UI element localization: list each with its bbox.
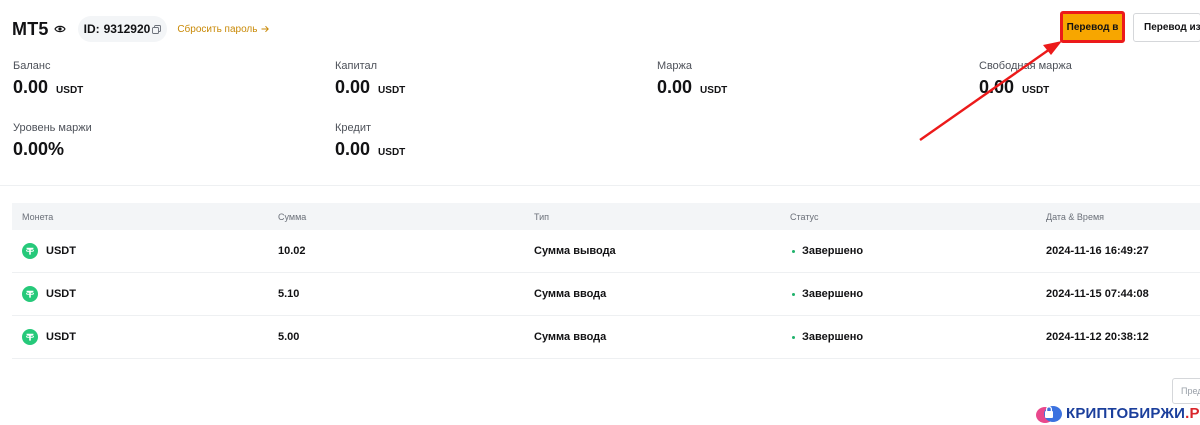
stat-balance: Баланс 0.00 USDT [13, 60, 83, 98]
watermark-text: КРИПТОБИРЖИ [1066, 404, 1186, 422]
stat-label: Баланс [13, 60, 51, 72]
stat-credit: Кредит 0.00 USDT [335, 122, 405, 160]
stat-value: 0.00 [335, 77, 371, 97]
stat-value: 0.00 [657, 77, 693, 97]
table-row: USDT 5.00 Сумма ввода Завершено 2024-11-… [12, 316, 1200, 359]
status-cell: Завершено [802, 331, 864, 343]
amount-cell: 10.02 [278, 245, 306, 257]
stat-label: Кредит [335, 122, 372, 134]
table-row: USDT 10.02 Сумма вывода Завершено 2024-1… [12, 230, 1200, 273]
table-row: USDT 5.10 Сумма ввода Завершено 2024-11-… [12, 273, 1200, 316]
type-cell: Сумма ввода [534, 331, 607, 343]
stat-unit: USDT [378, 147, 406, 158]
type-cell: Сумма вывода [534, 245, 616, 257]
stat-value: 0.00 [979, 77, 1015, 97]
status-dot-icon [792, 292, 795, 296]
column-header-datetime: Дата & Время [1046, 211, 1105, 222]
stat-margin-level: Уровень маржи 0.00% [13, 122, 92, 160]
page-title: MT5 [12, 18, 49, 39]
coin-name: USDT [46, 288, 76, 300]
watermark-suffix: .РФ [1185, 404, 1200, 422]
coin-name: USDT [46, 245, 76, 257]
lock-cloud-icon [1034, 402, 1064, 424]
stat-unit: USDT [56, 85, 84, 96]
stat-equity: Капитал 0.00 USDT [335, 60, 405, 98]
section-divider [0, 185, 1200, 186]
table-header: Монета Сумма Тип Статус Дата & Время [12, 203, 1200, 230]
stat-label: Свободная маржа [979, 60, 1072, 72]
datetime-cell: 2024-11-12 20:38:12 [1046, 331, 1149, 343]
column-header-type: Тип [534, 211, 550, 222]
stat-free-margin: Свободная маржа 0.00 USDT [979, 60, 1072, 98]
column-header-amount: Сумма [278, 211, 307, 222]
amount-cell: 5.10 [278, 288, 300, 300]
reset-password-link[interactable]: Сбросить пароль [177, 23, 270, 35]
tether-icon [22, 286, 38, 302]
transfer-history-table: Монета Сумма Тип Статус Дата & Время USD… [12, 203, 1200, 359]
copy-icon[interactable] [152, 24, 162, 34]
account-id-value: 9312920 [103, 22, 151, 36]
status-cell: Завершено [802, 288, 864, 300]
arrow-right-icon [261, 25, 270, 33]
status-cell: Завершено [802, 245, 864, 257]
status-dot-icon [792, 335, 795, 339]
stat-unit: USDT [700, 85, 728, 96]
column-header-status: Статус [790, 211, 819, 222]
stat-label: Маржа [657, 60, 692, 72]
tether-icon [22, 329, 38, 345]
datetime-cell: 2024-11-16 16:49:27 [1046, 245, 1149, 257]
transfer-in-button[interactable]: Перевод в [1060, 11, 1125, 43]
stat-label: Капитал [335, 60, 378, 72]
pagination-prev-button[interactable]: Пред [1172, 378, 1200, 404]
stat-unit: USDT [378, 85, 406, 96]
watermark: КРИПТОБИРЖИ.РФ [1034, 402, 1200, 424]
amount-cell: 5.00 [278, 331, 300, 343]
stat-label: Уровень маржи [13, 122, 92, 134]
stat-unit: USDT [1022, 85, 1050, 96]
stat-value: 0.00% [13, 139, 65, 159]
status-dot-icon [792, 249, 795, 253]
eye-icon[interactable] [53, 22, 68, 36]
column-header-coin: Монета [22, 211, 54, 222]
stat-value: 0.00 [335, 139, 371, 159]
stat-margin: Маржа 0.00 USDT [657, 60, 727, 98]
datetime-cell: 2024-11-15 07:44:08 [1046, 288, 1149, 300]
stat-value: 0.00 [13, 77, 49, 97]
coin-name: USDT [46, 331, 76, 343]
account-id-badge: ID: 9312920 [77, 16, 168, 42]
account-header: MT5 ID: 9312920 Сбросить пароль [12, 14, 270, 44]
transfer-out-button[interactable]: Перевод из [1133, 13, 1200, 42]
tether-icon [22, 243, 38, 259]
reset-password-label: Сбросить пароль [177, 23, 258, 35]
account-id-label: ID: [83, 22, 100, 36]
type-cell: Сумма ввода [534, 288, 607, 300]
